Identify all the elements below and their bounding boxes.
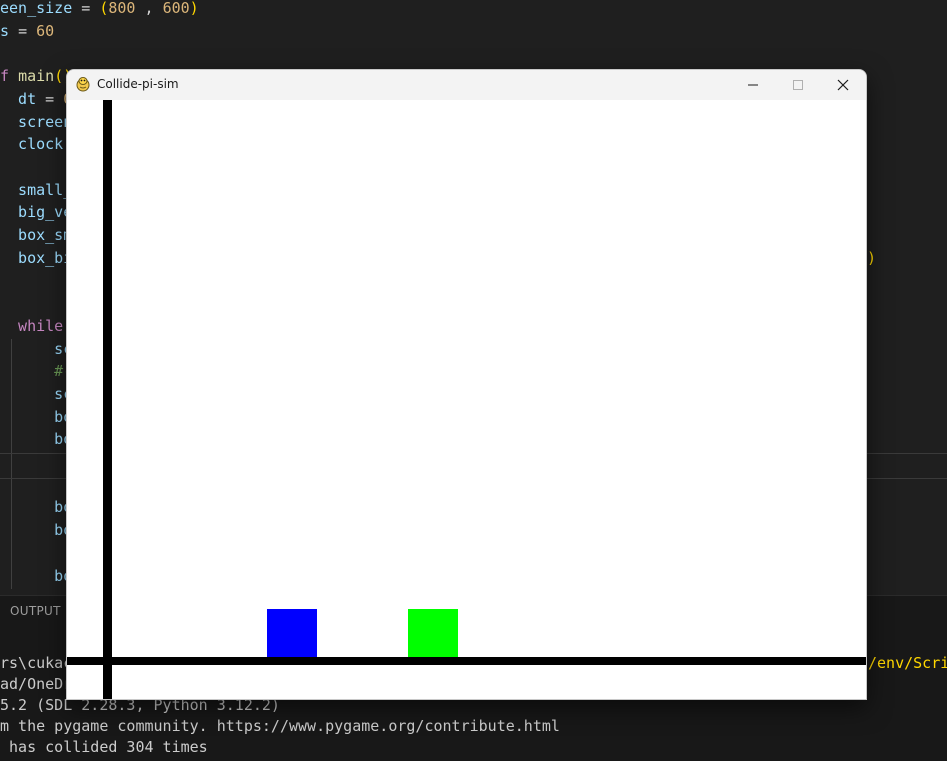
code-token: f [0,67,19,86]
minimize-button[interactable] [730,70,776,100]
left-wall [103,100,112,699]
window-title: Collide-pi-sim [97,77,179,91]
code-token: box_bi [0,248,73,267]
floor [67,657,866,665]
code-token: 60 [36,21,55,40]
close-icon [837,79,849,91]
pygame-snake-icon [75,76,91,92]
maximize-button[interactable] [775,70,821,100]
terminal-line: m the pygame community. https://www.pyga… [0,717,560,735]
code-line: clock [0,133,63,155]
code-line: f main() [0,65,72,87]
code-token: screen [0,112,73,131]
tab-output[interactable]: OUTPUT [10,604,61,618]
code-line: s = 60 [0,20,54,42]
code-line: box_sm [0,224,72,246]
indent-guide [11,339,12,589]
code-line: box_bi [0,247,72,269]
code-token: main [18,67,55,86]
code-token: 800 [108,0,136,17]
small-box [267,609,317,657]
maximize-icon [793,80,803,90]
code-token: = [18,21,37,40]
code-line: big_ve [0,201,72,223]
code-token: 600 [162,0,190,17]
pygame-window: Collide-pi-sim [66,69,867,700]
code-token: = [81,0,100,17]
code-token: while [0,316,64,335]
code-token: big_ve [0,203,73,222]
code-token: s [0,21,19,40]
window-titlebar[interactable]: Collide-pi-sim [67,70,866,100]
code-token: box_sm [0,226,73,244]
code-line: een_size = (800 , 600) [0,0,199,19]
code-token: clock [0,135,64,154]
big-box [408,609,458,657]
code-line: while [0,315,63,337]
code-line: screen [0,111,72,133]
terminal-line: rs\cukac [0,654,73,672]
terminal-line: ad/OneDr [0,675,73,693]
code-token: small_ [0,180,73,199]
code-token: , [135,0,163,17]
code-token: ) [189,0,199,17]
code-token: = [45,89,64,108]
close-button[interactable] [820,70,866,100]
terminal-peek-right: /env/Scrip [868,654,947,672]
code-token: een_size [0,0,82,17]
terminal-line: has collided 304 times [0,738,208,756]
minimize-icon [748,84,758,86]
simulation-canvas[interactable] [67,100,866,699]
code-line: small_ [0,179,72,201]
code-line: dt = 0 [0,88,72,110]
code-token: dt [0,89,46,108]
